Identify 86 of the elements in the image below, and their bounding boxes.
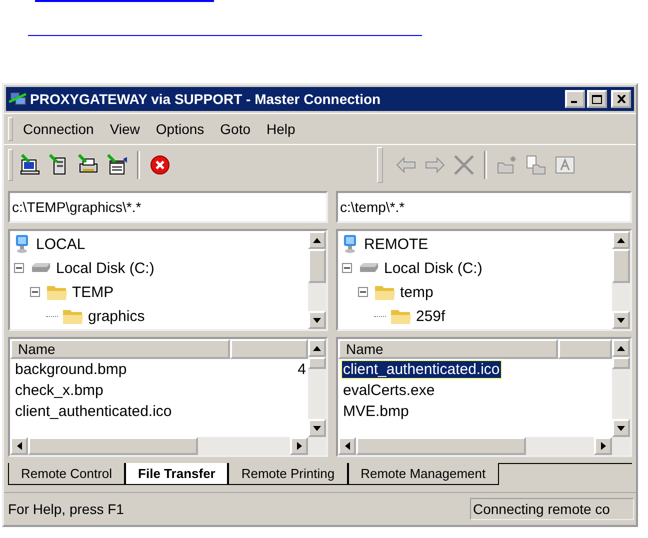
tab[interactable]: Remote Control: [8, 463, 126, 485]
left-arrow-icon: [395, 154, 417, 176]
close-button[interactable]: [611, 90, 631, 108]
window-icon: [106, 154, 128, 176]
scroll-right-button[interactable]: [594, 437, 612, 455]
right-arrow-icon: [296, 442, 302, 450]
tree-item[interactable]: Local Disk (C:): [56, 260, 154, 276]
new-folder-icon: [496, 154, 518, 176]
scroll-down-button[interactable]: [612, 311, 630, 329]
collapse-icon[interactable]: [14, 263, 24, 273]
path-field[interactable]: c:\TEMP\graphics\*.*: [8, 191, 328, 223]
tree-item[interactable]: Local Disk (C:): [384, 260, 482, 276]
scroll-thumb[interactable]: [308, 249, 326, 283]
menu-item[interactable]: View: [110, 121, 140, 137]
scroll-thumb[interactable]: [28, 437, 198, 455]
file-name[interactable]: background.bmp: [14, 361, 128, 378]
up-arrow-icon: [313, 346, 321, 350]
folder-icon: [62, 307, 84, 325]
tab[interactable]: File Transfer: [125, 463, 228, 485]
computers-icon: [9, 90, 27, 108]
monitor-icon: [19, 154, 41, 176]
right-arrow-icon: [424, 154, 446, 176]
collapse-icon[interactable]: [342, 263, 352, 273]
folder-icon: [46, 283, 68, 301]
up-arrow-icon: [617, 346, 625, 350]
delete-icon: [453, 154, 475, 176]
file-name[interactable]: check_x.bmp: [14, 382, 104, 399]
menu-item[interactable]: Help: [266, 121, 296, 137]
scroll-right-button[interactable]: [290, 437, 308, 455]
tree-item[interactable]: 259f: [416, 308, 446, 324]
tree-item[interactable]: TEMP: [72, 284, 114, 300]
maximize-icon: [592, 94, 602, 104]
collapse-icon[interactable]: [358, 287, 368, 297]
scroll-thumb[interactable]: [612, 249, 630, 283]
scroll-left-button[interactable]: [10, 437, 28, 455]
scroll-up-button[interactable]: [612, 231, 630, 249]
scroll-up-button[interactable]: [308, 231, 326, 249]
file-name[interactable]: evalCerts.exe: [342, 382, 436, 399]
minimize-button[interactable]: [565, 90, 585, 108]
scroll-down-button[interactable]: [612, 419, 630, 437]
file-name[interactable]: MVE.bmp: [342, 403, 410, 420]
scroll-thumb[interactable]: [308, 357, 326, 369]
tree-item[interactable]: graphics: [88, 308, 145, 324]
scroll-down-button[interactable]: [308, 419, 326, 437]
tree-item[interactable]: LOCAL: [36, 236, 86, 252]
file-name[interactable]: client_authenticated.ico: [342, 361, 501, 378]
menu-item[interactable]: Options: [156, 121, 204, 137]
folder-icon: [374, 283, 396, 301]
close-icon: [616, 95, 626, 103]
down-arrow-icon: [313, 318, 321, 322]
tab[interactable]: Remote Management: [348, 463, 499, 485]
tree-item[interactable]: REMOTE: [364, 236, 428, 252]
maximize-button[interactable]: [587, 90, 607, 108]
down-arrow-icon: [617, 318, 625, 322]
copy-folder-icon: [525, 154, 547, 176]
scroll-thumb[interactable]: [612, 357, 630, 369]
tab[interactable]: Remote Printing: [228, 463, 348, 485]
scroll-up-button[interactable]: [612, 339, 630, 357]
status-panel: Connecting remote co: [470, 498, 634, 520]
scroll-up-button[interactable]: [308, 339, 326, 357]
rename-icon: [554, 154, 576, 176]
file-size: 4: [298, 361, 307, 378]
down-arrow-icon: [313, 426, 321, 430]
down-arrow-icon: [617, 426, 625, 430]
up-arrow-icon: [313, 238, 321, 242]
left-arrow-icon: [16, 442, 22, 450]
status-text: For Help, press F1: [7, 501, 124, 517]
tree-item[interactable]: temp: [400, 284, 434, 300]
stop-icon: [149, 154, 171, 176]
menu-item[interactable]: Connection: [23, 121, 94, 137]
file-name[interactable]: client_authenticated.ico: [14, 403, 173, 420]
scroll-thumb[interactable]: [356, 437, 526, 455]
path-field[interactable]: c:\temp\*.*: [336, 191, 632, 223]
scroll-left-button[interactable]: [338, 437, 356, 455]
folder-icon: [390, 307, 412, 325]
up-arrow-icon: [617, 238, 625, 242]
right-arrow-icon: [600, 442, 606, 450]
collapse-icon[interactable]: [30, 287, 40, 297]
scroll-down-button[interactable]: [308, 311, 326, 329]
menu-item[interactable]: Goto: [220, 121, 251, 137]
window-title: PROXYGATEWAY via SUPPORT - Master Connection: [30, 91, 382, 107]
column-header[interactable]: Name: [10, 339, 230, 359]
disk-drive-icon: [30, 261, 52, 275]
column-header[interactable]: Name: [338, 339, 558, 359]
left-arrow-icon: [344, 442, 350, 450]
disk-drive-icon: [358, 261, 380, 275]
